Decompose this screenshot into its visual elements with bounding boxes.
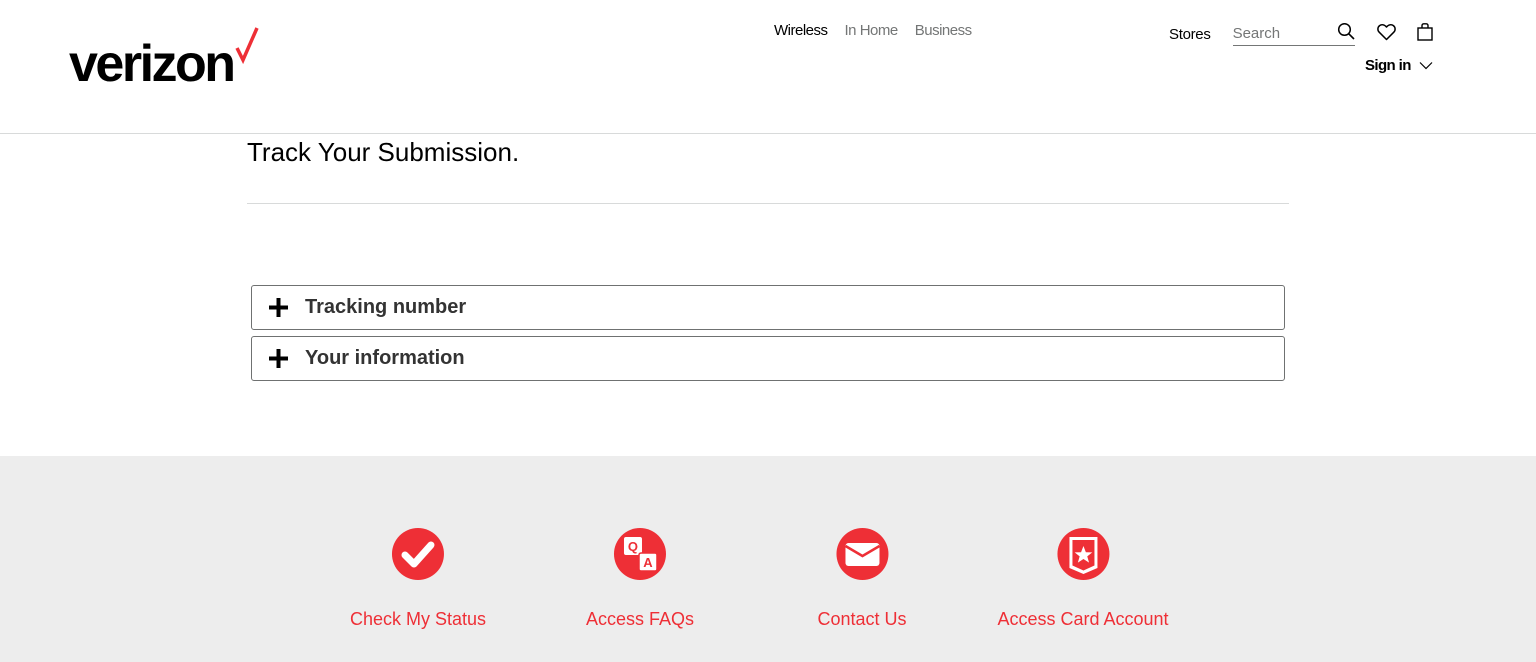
site-header: verizon Wireless In Home Business Stores… — [0, 0, 1536, 134]
accordion-your-information[interactable]: Your information — [251, 336, 1285, 381]
shopping-bag-icon[interactable] — [1416, 23, 1433, 41]
accordion-label: Tracking number — [305, 296, 467, 318]
heart-icon[interactable] — [1376, 23, 1396, 41]
checkmark-icon — [391, 528, 444, 580]
search-box — [1232, 22, 1355, 46]
qa-icon: Q A — [614, 528, 666, 580]
accordion-label: Your information — [305, 347, 465, 369]
nav-wireless[interactable]: Wireless — [774, 22, 828, 39]
sign-in-menu[interactable]: Sign in — [1365, 57, 1433, 74]
utility-nav: Stores — [1169, 18, 1433, 46]
title-divider — [247, 203, 1289, 204]
logo-checkmark-icon — [234, 27, 259, 65]
plus-icon — [269, 349, 288, 368]
footer-link-check-status[interactable]: Check My Status — [350, 527, 486, 630]
sign-in-label: Sign in — [1365, 57, 1411, 74]
footer-link-faqs[interactable]: Q A Access FAQs — [586, 527, 694, 630]
footer-link-label: Access FAQs — [585, 609, 695, 629]
accordion-tracking-number[interactable]: Tracking number — [251, 285, 1285, 330]
logo-wordmark: verizon — [69, 35, 236, 93]
footer-link-label: Contact Us — [817, 609, 907, 629]
chevron-down-icon — [1419, 62, 1433, 70]
nav-business[interactable]: Business — [915, 22, 972, 39]
main-nav: Wireless In Home Business — [774, 22, 972, 39]
footer-link-card-account[interactable]: Access Card Account — [997, 527, 1169, 630]
footer-link-label: Access Card Account — [997, 609, 1169, 629]
envelope-icon — [835, 528, 888, 580]
footer-link-label: Check My Status — [349, 609, 487, 629]
nav-in-home[interactable]: In Home — [845, 22, 899, 39]
search-input[interactable] — [1232, 22, 1333, 44]
main-content: Track Your Submission. — [247, 134, 1289, 204]
footer-link-contact-us[interactable]: Contact Us — [817, 527, 907, 630]
svg-text:A: A — [643, 555, 653, 570]
search-icon[interactable] — [1337, 22, 1355, 40]
support-footer: Check My Status Q A Access FAQs Contact … — [0, 456, 1536, 662]
page-title: Track Your Submission. — [247, 137, 520, 167]
card-star-icon — [1057, 528, 1109, 580]
nav-stores[interactable]: Stores — [1169, 26, 1211, 43]
svg-text:Q: Q — [628, 539, 638, 554]
verizon-logo[interactable]: verizon — [69, 24, 259, 93]
plus-icon — [269, 298, 288, 317]
